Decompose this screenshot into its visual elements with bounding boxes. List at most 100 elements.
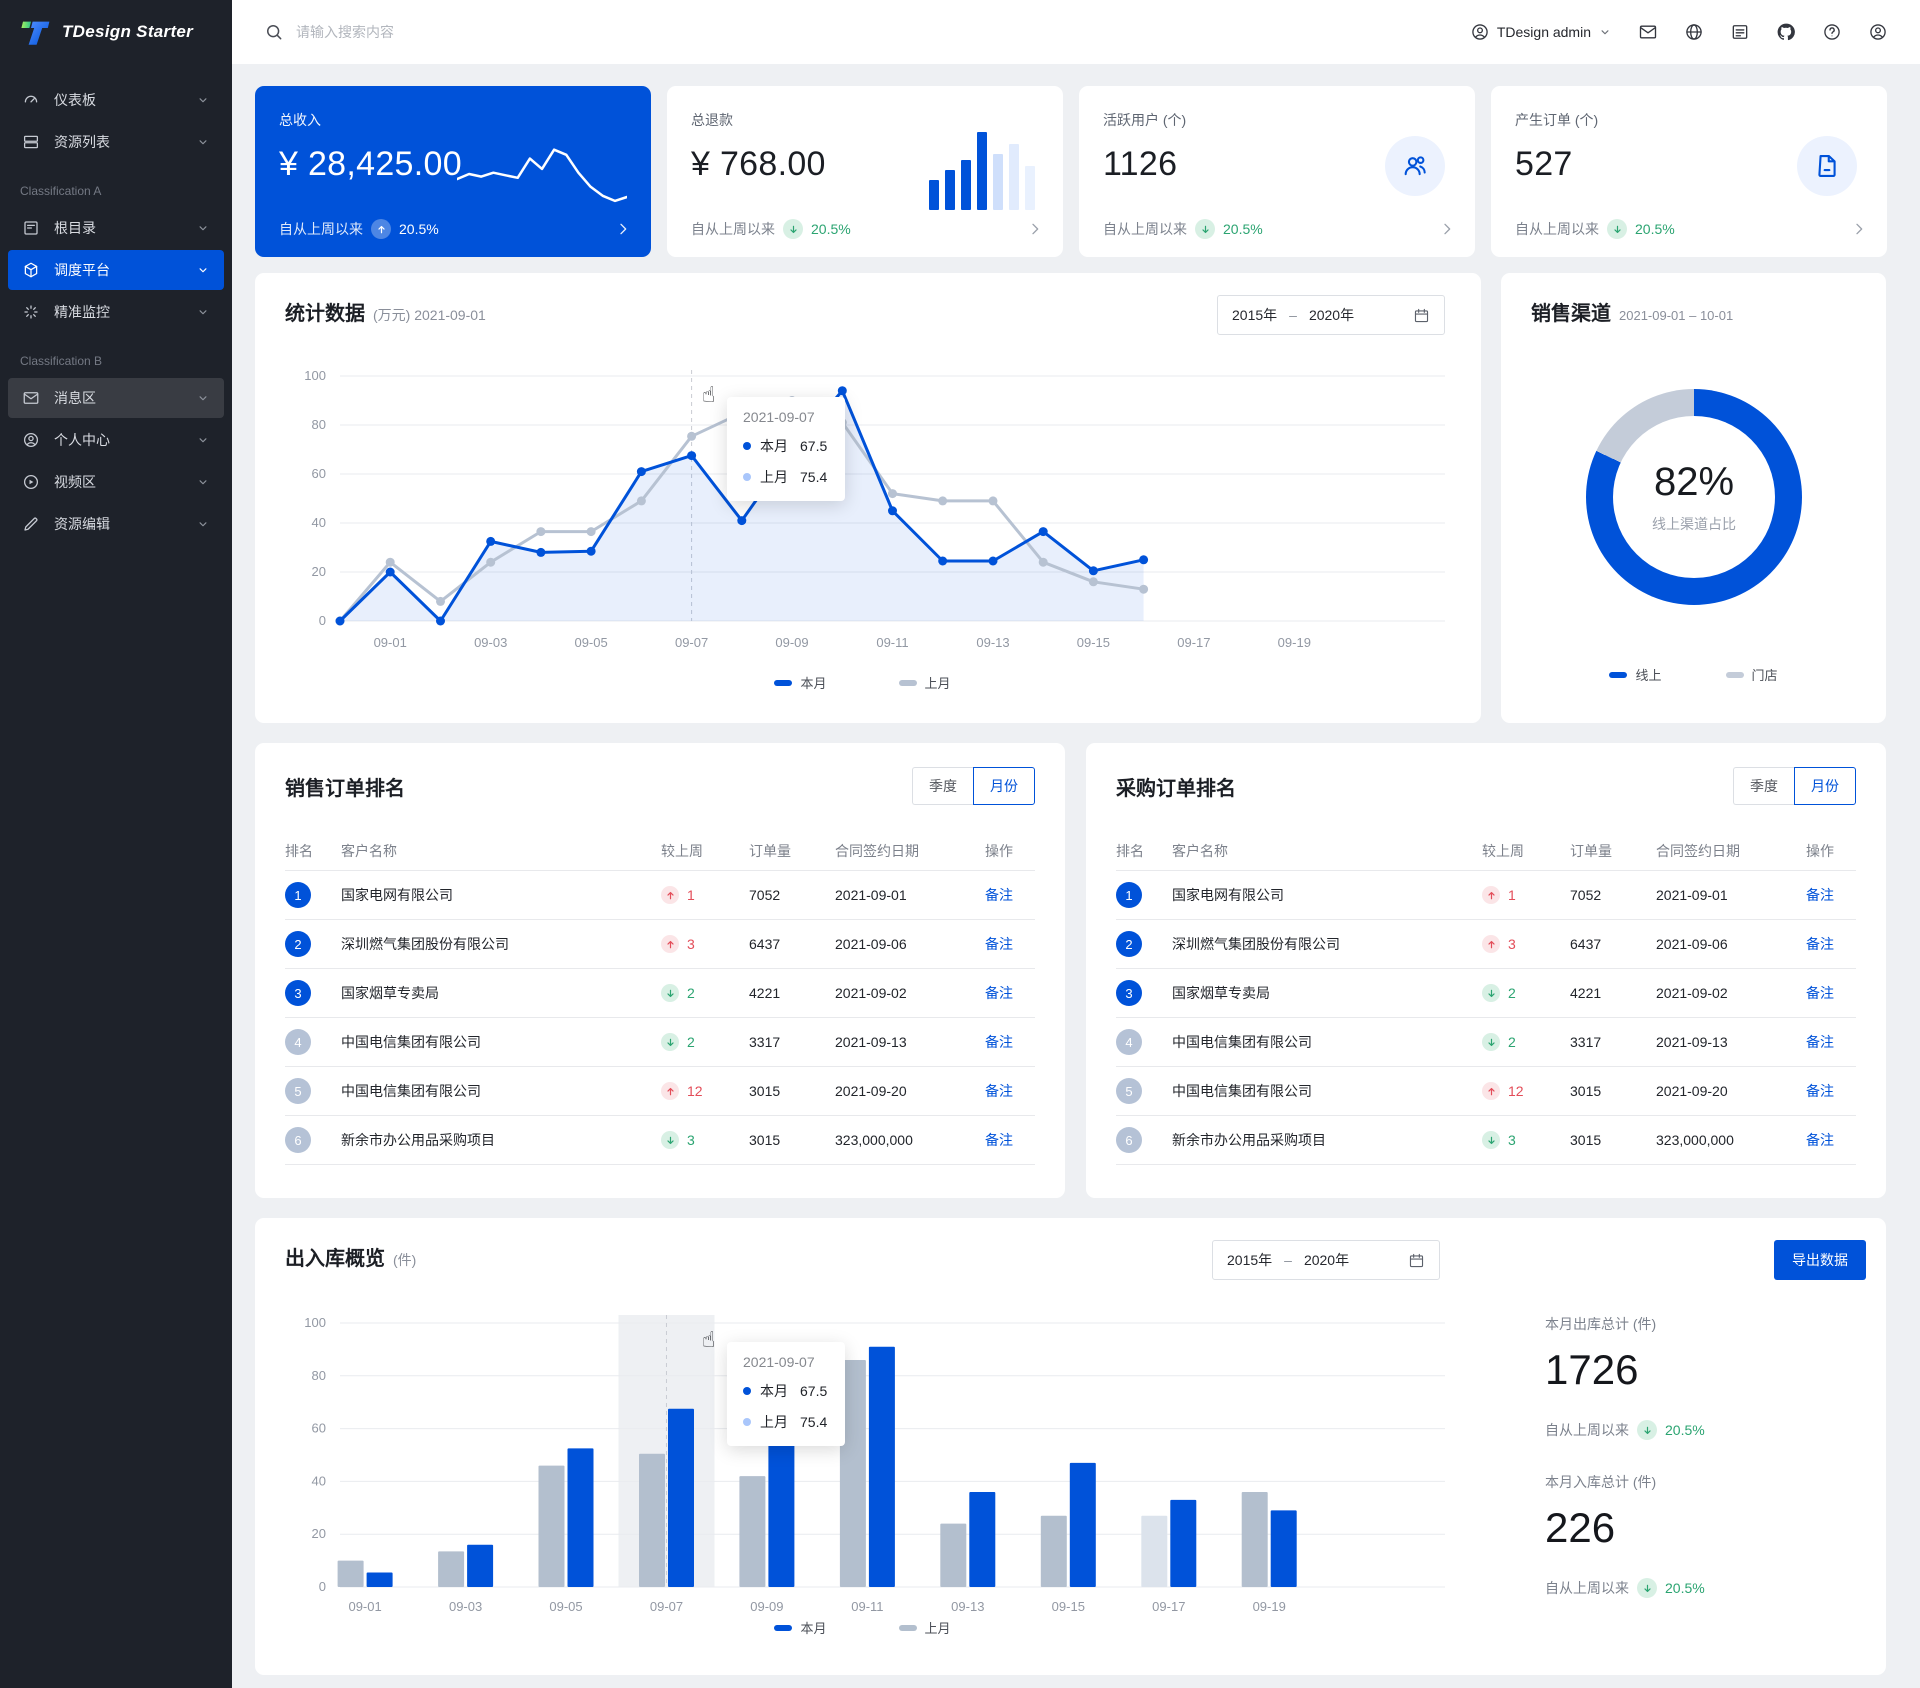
legend-item[interactable]: 本月 — [774, 1618, 826, 1637]
toggle-quarter[interactable]: 季度 — [1733, 767, 1794, 805]
cursor-hand: ☝ — [702, 1328, 715, 1353]
sidebar-item-edit[interactable]: 资源编辑 — [8, 504, 224, 544]
legend-item[interactable]: 本月 — [774, 673, 826, 692]
chevron-down-icon — [196, 93, 210, 107]
contract-date: 2021-09-01 — [1656, 887, 1806, 903]
trend-vs-last-week: 3 — [1482, 935, 1570, 953]
trend-down-icon — [661, 1033, 679, 1051]
statistics-line-chart[interactable]: 02040608010009-0109-0309-0509-0709-0909-… — [285, 358, 1451, 698]
range-start: 2015年 — [1227, 1250, 1272, 1270]
column-header: 操作 — [985, 841, 1035, 861]
note-link[interactable]: 备注 — [985, 1130, 1035, 1150]
stat-card-3[interactable]: 活跃用户 (个)1126自从上周以来20.5% — [1079, 86, 1475, 257]
table-row: 2深圳燃气集团股份有限公司364372021-09-06备注 — [1116, 920, 1856, 969]
globe-icon[interactable] — [1684, 22, 1704, 42]
chevron-right-icon[interactable] — [615, 221, 631, 237]
date-range-picker[interactable]: 2015年 – 2020年 — [1212, 1240, 1440, 1280]
rank-badge: 2 — [285, 931, 311, 957]
note-link[interactable]: 备注 — [985, 1081, 1035, 1101]
legend-item[interactable]: 线上 — [1609, 665, 1661, 684]
github-icon[interactable] — [1776, 22, 1796, 42]
card-title: 总退款 — [691, 110, 1039, 130]
legend-item[interactable]: 门店 — [1726, 665, 1778, 684]
note-link[interactable]: 备注 — [1806, 1032, 1856, 1052]
toggle-month[interactable]: 月份 — [1794, 767, 1856, 805]
card-title: 活跃用户 (个) — [1103, 110, 1451, 130]
note-link[interactable]: 备注 — [985, 1032, 1035, 1052]
chart-tooltip: 2021-09-07本月67.5上月75.4 — [727, 397, 845, 501]
sidebar-item-mail[interactable]: 消息区 — [8, 378, 224, 418]
svg-text:100: 100 — [304, 1315, 326, 1330]
note-link[interactable]: 备注 — [1806, 983, 1856, 1003]
note-link[interactable]: 备注 — [985, 983, 1035, 1003]
trend-up-icon — [661, 886, 679, 904]
stat-card-1[interactable]: 总收入¥ 28,425.00自从上周以来20.5% — [255, 86, 651, 257]
trend-down-icon — [1637, 1420, 1657, 1440]
toggle-quarter[interactable]: 季度 — [912, 767, 973, 805]
mail-icon[interactable] — [1638, 22, 1658, 42]
chevron-right-icon[interactable] — [1027, 221, 1043, 237]
app-logo[interactable]: TDesign Starter — [0, 0, 232, 64]
svg-text:09-19: 09-19 — [1253, 1599, 1286, 1614]
account-menu[interactable]: TDesign admin — [1470, 22, 1612, 42]
statistics-panel: 统计数据 (万元) 2021-09-01 2015年 – 2020年 02040… — [255, 273, 1481, 723]
panel-title: 销售渠道 2021-09-01 – 10-01 — [1531, 297, 1733, 326]
chevron-down-icon — [196, 221, 210, 235]
sidebar-item-dashboard[interactable]: 仪表板 — [8, 80, 224, 120]
table-row: 1国家电网有限公司170522021-09-01备注 — [1116, 871, 1856, 920]
channel-donut-chart[interactable]: 82% 线上渠道占比 — [1586, 389, 1802, 605]
total-footer: 自从上周以来20.5% — [1545, 1578, 1845, 1598]
sidebar-item-list[interactable]: 资源列表 — [8, 122, 224, 162]
card-title: 产生订单 (个) — [1515, 110, 1863, 130]
customer-name: 新余市办公用品采购项目 — [341, 1130, 661, 1150]
stat-card-4[interactable]: 产生订单 (个)527自从上周以来20.5% — [1491, 86, 1887, 257]
search-input[interactable]: 请输入搜索内容 — [264, 22, 394, 42]
inbound-total: 本月入库总计 (件)226自从上周以来20.5% — [1545, 1472, 1845, 1598]
date-range-picker[interactable]: 2015年 – 2020年 — [1217, 295, 1445, 335]
contract-date: 2021-09-20 — [835, 1083, 985, 1099]
export-data-button[interactable]: 导出数据 — [1774, 1240, 1866, 1280]
chevron-right-icon[interactable] — [1851, 221, 1867, 237]
user-avatar-icon — [1470, 22, 1490, 42]
mail-icon — [22, 389, 40, 407]
note-link[interactable]: 备注 — [1806, 934, 1856, 954]
play-icon — [22, 473, 40, 491]
news-icon[interactable] — [1730, 22, 1750, 42]
donut-label: 线上渠道占比 — [1652, 514, 1736, 534]
column-header: 操作 — [1806, 841, 1856, 861]
inventory-bar-chart[interactable]: 02040608010009-0109-0309-0509-0709-0909-… — [285, 1303, 1451, 1648]
order-count: 4221 — [1570, 985, 1656, 1001]
sidebar-item-play[interactable]: 视频区 — [8, 462, 224, 502]
legend-item[interactable]: 上月 — [899, 1618, 951, 1637]
customer-name: 国家烟草专卖局 — [1172, 983, 1482, 1003]
user-icon[interactable] — [1868, 22, 1888, 42]
legend-item[interactable]: 上月 — [899, 673, 951, 692]
table-row: 4中国电信集团有限公司233172021-09-13备注 — [285, 1018, 1035, 1067]
svg-text:09-19: 09-19 — [1278, 635, 1311, 650]
stat-card-2[interactable]: 总退款¥ 768.00自从上周以来20.5% — [667, 86, 1063, 257]
note-link[interactable]: 备注 — [1806, 1130, 1856, 1150]
svg-text:09-11: 09-11 — [851, 1599, 883, 1614]
sidebar-item-user[interactable]: 个人中心 — [8, 420, 224, 460]
svg-text:100: 100 — [304, 368, 326, 383]
svg-text:09-13: 09-13 — [976, 635, 1009, 650]
toggle-month[interactable]: 月份 — [973, 767, 1035, 805]
sidebar-item-cube[interactable]: 调度平台 — [8, 250, 224, 290]
customer-name: 中国电信集团有限公司 — [1172, 1032, 1482, 1052]
sidebar-item-rays[interactable]: 精准监控 — [8, 292, 224, 332]
svg-text:09-05: 09-05 — [549, 1599, 582, 1614]
rank-badge: 5 — [285, 1078, 311, 1104]
note-link[interactable]: 备注 — [985, 934, 1035, 954]
note-link[interactable]: 备注 — [1806, 885, 1856, 905]
trend-percent: 20.5% — [811, 221, 851, 237]
note-link[interactable]: 备注 — [985, 885, 1035, 905]
table-row: 6新余市办公用品采购项目33015323,000,000备注 — [1116, 1116, 1856, 1165]
help-icon[interactable] — [1822, 22, 1842, 42]
period-toggle: 季度 月份 — [912, 767, 1035, 805]
customer-name: 深圳燃气集团股份有限公司 — [1172, 934, 1482, 954]
panel-title: 采购订单排名 — [1116, 772, 1236, 801]
chevron-right-icon[interactable] — [1439, 221, 1455, 237]
sidebar-item-root[interactable]: 根目录 — [8, 208, 224, 248]
table-row: 1国家电网有限公司170522021-09-01备注 — [285, 871, 1035, 920]
note-link[interactable]: 备注 — [1806, 1081, 1856, 1101]
